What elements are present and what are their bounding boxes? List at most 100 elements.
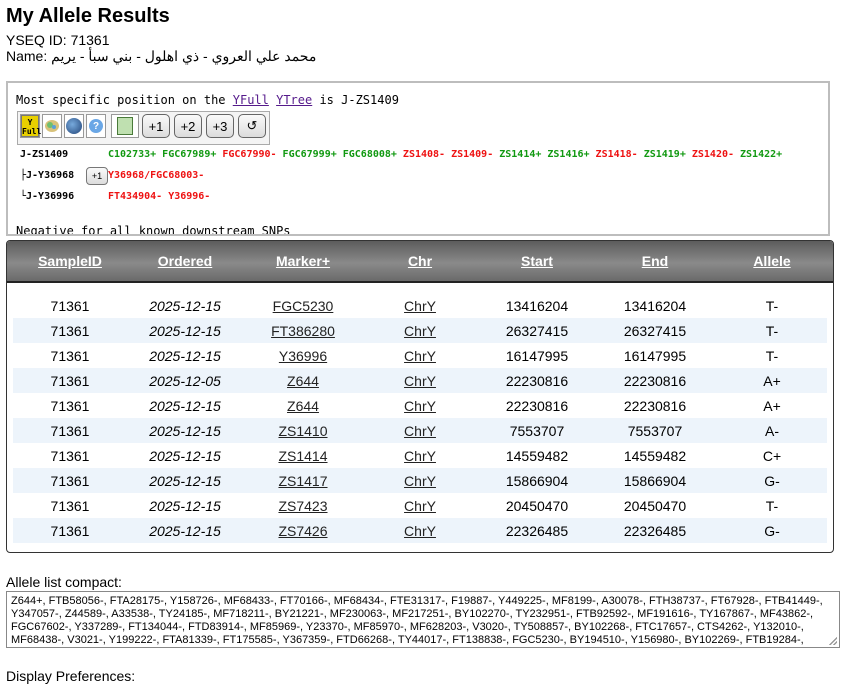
cell-sampleid: 71361 [50,348,90,364]
cell-chr[interactable]: ChrY [365,398,475,414]
cell-start: 13416204 [505,298,569,314]
cell-allele: T- [765,348,779,364]
compact-list-label: Allele list compact: [6,574,122,590]
cell-chr[interactable]: ChrY [365,423,475,439]
cell-chr[interactable]: ChrY [365,473,475,489]
cell-chr[interactable]: ChrY [365,523,475,539]
allele-results-table: SampleID Ordered Marker+ Chr Start End A… [6,240,834,553]
col-end[interactable]: End [600,253,710,269]
cell-end: 22230816 [623,398,687,414]
table-body: 71361 2025-12-15 FGC5230 ChrY 13416204 134162… [13,293,827,543]
table-row: 71361 2025-12-15 Y36996 ChrY 16147995 1614799… [13,343,827,368]
cell-sampleid: 71361 [50,323,90,339]
tree-node-y36968[interactable]: ├J-Y36968 [20,170,74,181]
snp-list-y36968: Y36968/FGC68003- [108,170,210,181]
cell-marker[interactable]: ZS1417 [248,473,358,489]
cell-allele: G- [764,523,780,539]
snp-label[interactable]: Y36996- [168,191,210,202]
yseq-id: YSEQ ID: 71361 [6,32,110,48]
globe-icon[interactable] [64,114,84,138]
snp-label[interactable]: FGC68008+ [343,149,397,160]
expand-3-button[interactable]: +3 [206,114,234,138]
compact-allele-textarea[interactable]: Z644+, FTB58056-, FTA28175-, Y158726-, M… [6,591,840,648]
help-icon[interactable]: ? [86,114,106,138]
col-sampleid[interactable]: SampleID [15,253,125,269]
cell-ordered: 2025-12-15 [149,448,221,464]
cell-ordered: 2025-12-15 [149,298,221,314]
col-marker[interactable]: Marker+ [248,253,358,269]
cell-marker[interactable]: ZS1414 [248,448,358,464]
yfull-icon[interactable]: Y Full [20,114,41,138]
snp-label[interactable]: C102733+ [108,149,156,160]
cell-start: 22326485 [505,523,569,539]
cell-end: 22230816 [623,373,687,389]
cell-ordered: 2025-12-15 [149,398,221,414]
cell-ordered: 2025-12-05 [149,373,221,389]
cell-sampleid: 71361 [50,398,90,414]
cell-chr[interactable]: ChrY [365,448,475,464]
cell-allele: A+ [763,398,781,414]
cell-end: 16147995 [623,348,687,364]
cell-chr[interactable]: ChrY [365,498,475,514]
cell-marker[interactable]: ZS7423 [248,498,358,514]
cell-ordered: 2025-12-15 [149,423,221,439]
cell-marker[interactable]: ZS7426 [248,523,358,539]
table-row: 71361 2025-12-15 ZS1410 ChrY 7553707 7553707 A… [13,418,827,443]
cell-marker[interactable]: FT386280 [248,323,358,339]
snp-label[interactable]: Y36968/FGC68003- [108,170,204,181]
snp-label[interactable]: ZS1408- [403,149,445,160]
ytree-link[interactable]: YTree [276,93,312,107]
cell-marker[interactable]: Y36996 [248,348,358,364]
cell-allele: T- [765,298,779,314]
cell-allele: G- [764,473,780,489]
snp-label[interactable]: ZS1414+ [499,149,541,160]
negative-downstream-text: Negative for all known downstream SNPs [16,224,291,236]
cell-marker[interactable]: FGC5230 [248,298,358,314]
yfull-link[interactable]: YFull [233,93,269,107]
snp-label[interactable]: ZS1409- [451,149,493,160]
col-ordered[interactable]: Ordered [130,253,240,269]
cell-chr[interactable]: ChrY [365,348,475,364]
cell-marker[interactable]: Z644 [248,373,358,389]
snp-label[interactable]: ZS1416+ [547,149,589,160]
resize-handle-icon[interactable] [829,637,837,645]
snp-label[interactable]: FT434904- [108,191,162,202]
tree-node-y36996[interactable]: └J-Y36996 [20,191,74,202]
display-preferences-label: Display Preferences: [6,668,136,684]
col-start[interactable]: Start [482,253,592,269]
cell-marker[interactable]: ZS1410 [248,423,358,439]
tree-node-zs1409[interactable]: J-ZS1409 [20,149,68,160]
expand-2-button[interactable]: +2 [174,114,202,138]
col-chr[interactable]: Chr [365,253,475,269]
snp-label[interactable]: ZS1420- [692,149,734,160]
snp-label[interactable]: ZS1422+ [740,149,782,160]
cell-sampleid: 71361 [50,498,90,514]
cell-chr[interactable]: ChrY [365,373,475,389]
snp-label[interactable]: FGC67990- [222,149,276,160]
snp-label[interactable]: ZS1418- [596,149,638,160]
cell-start: 14559482 [505,448,569,464]
cell-marker[interactable]: Z644 [248,398,358,414]
calculator-icon[interactable] [111,114,139,138]
cell-chr[interactable]: ChrY [365,298,475,314]
expand-node-button[interactable]: +1 [86,167,108,185]
table-row: 71361 2025-12-15 FT386280 ChrY 26327415 26327… [13,318,827,343]
snp-label[interactable]: FGC67989+ [162,149,216,160]
snp-label[interactable]: FGC67999+ [283,149,337,160]
cell-ordered: 2025-12-15 [149,523,221,539]
table-row: 71361 2025-12-15 ZS7426 ChrY 22326485 2232648… [13,518,827,543]
snp-label[interactable]: ZS1419+ [644,149,686,160]
cell-start: 22230816 [505,398,569,414]
col-allele[interactable]: Allele [717,253,827,269]
reset-button[interactable]: ↺ [238,114,266,138]
cell-start: 7553707 [509,423,565,439]
expand-1-button[interactable]: +1 [142,114,170,138]
cell-sampleid: 71361 [50,373,90,389]
cell-chr[interactable]: ChrY [365,323,475,339]
yfull-panel[interactable]: Most specific position on the YFull YTre… [6,81,830,236]
cell-allele: C+ [762,448,782,464]
page-title: My Allele Results [6,5,170,27]
map-icon[interactable] [42,114,62,138]
cell-sampleid: 71361 [50,448,90,464]
table-row: 71361 2025-12-15 Z644 ChrY 22230816 22230816 A… [13,393,827,418]
